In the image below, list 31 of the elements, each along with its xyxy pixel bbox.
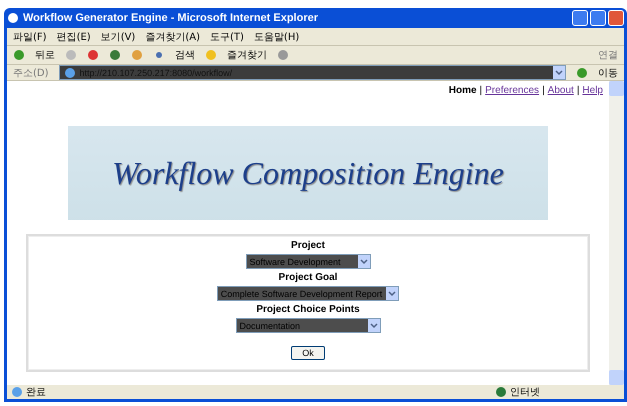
field-label: Project Goal xyxy=(278,272,338,283)
separator: | xyxy=(576,85,580,96)
menu-item[interactable]: 파일(F) xyxy=(13,30,47,44)
maximize-button[interactable] xyxy=(590,10,606,26)
menu-item[interactable]: 도움말(H) xyxy=(254,30,300,44)
window-title: Workflow Generator Engine - Microsoft Internet Explorer xyxy=(23,12,318,24)
favorites-button[interactable]: 즐겨찾기 xyxy=(227,48,267,62)
scrollbar[interactable] xyxy=(609,81,624,385)
separator: | xyxy=(542,85,545,96)
menu-item[interactable]: 편집(E) xyxy=(56,30,91,44)
menu-item[interactable]: 보기(V) xyxy=(100,30,136,44)
nav-link[interactable]: About xyxy=(548,85,574,96)
back-button[interactable]: 뒤로 xyxy=(35,48,55,62)
close-button[interactable] xyxy=(608,10,624,26)
banner-logo: Workflow Composition Engine xyxy=(68,126,548,220)
nav-link[interactable]: Help xyxy=(582,85,603,96)
search-button[interactable]: 검색 xyxy=(175,48,195,62)
field-label: Project Choice Points xyxy=(256,304,360,315)
address-label: 주소(D) xyxy=(13,66,49,80)
ok-button[interactable]: Ok xyxy=(291,346,325,360)
zone-text: 인터넷 xyxy=(510,386,540,399)
minimize-button[interactable] xyxy=(572,10,588,26)
menu-item[interactable]: 즐겨찾기(A) xyxy=(145,30,200,44)
nav-link[interactable]: Preferences xyxy=(485,85,540,96)
menu-item[interactable]: 도구(T) xyxy=(210,30,244,44)
go-button[interactable]: 이동 xyxy=(598,66,618,80)
status-text: 완료 xyxy=(26,386,46,399)
separator: | xyxy=(480,85,482,96)
field-label: Project xyxy=(291,240,325,251)
nav-link[interactable]: Home xyxy=(448,85,477,96)
links-label: 연결 xyxy=(598,49,618,62)
